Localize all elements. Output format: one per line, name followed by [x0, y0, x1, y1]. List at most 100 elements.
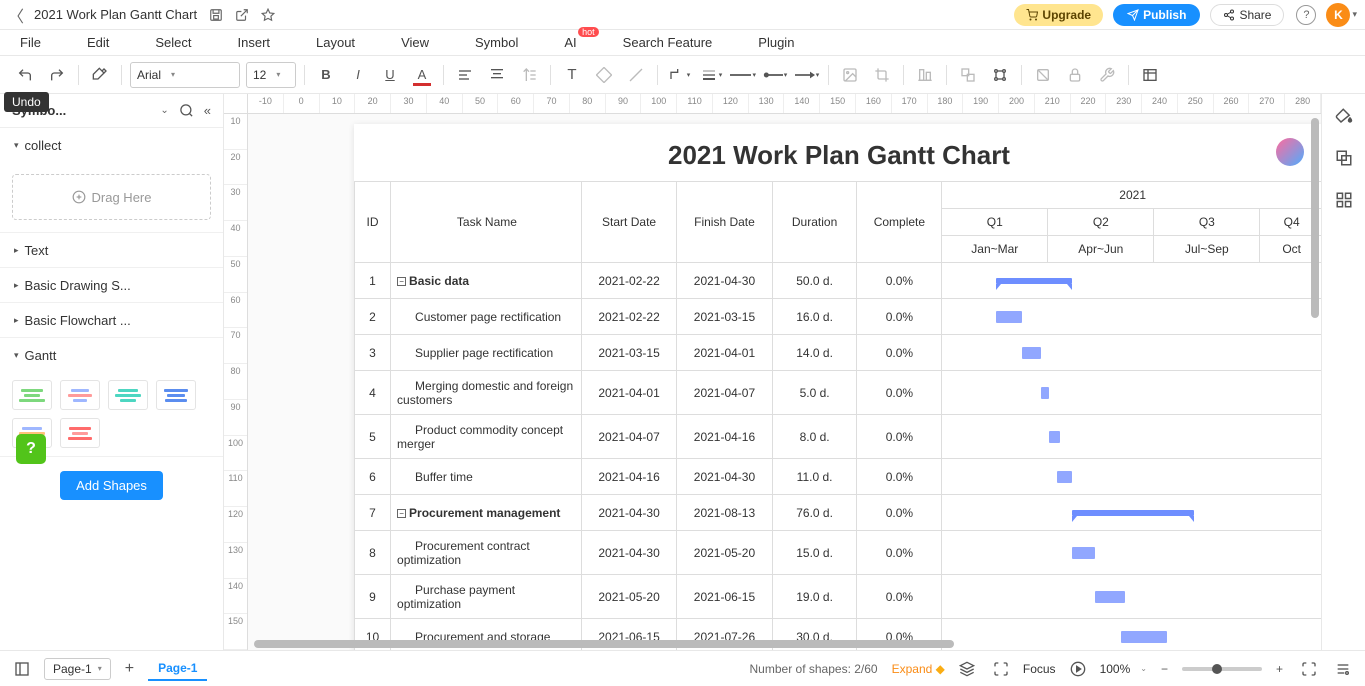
table-row[interactable]: 3Supplier page rectification2021-03-1520…	[355, 335, 1322, 371]
align-objects-button[interactable]	[912, 62, 938, 88]
star-icon[interactable]	[261, 8, 275, 22]
menu-symbol[interactable]: Symbol	[475, 35, 518, 50]
layers-bottom-icon[interactable]	[955, 661, 979, 677]
sidebar-section-collect[interactable]: ▾collect	[0, 128, 223, 162]
arrow-start-button[interactable]: ▾	[762, 62, 788, 88]
zoom-in-button[interactable]: +	[1272, 662, 1287, 676]
table-row[interactable]: 7−Procurement management2021-04-302021-0…	[355, 495, 1322, 531]
bold-button[interactable]: B	[313, 62, 339, 88]
gantt-shape-thumb[interactable]	[156, 380, 196, 410]
insert-image-button[interactable]	[837, 62, 863, 88]
back-icon[interactable]: 〈	[8, 3, 26, 27]
zoom-out-button[interactable]: −	[1157, 662, 1172, 676]
table-row[interactable]: 6Buffer time2021-04-162021-04-3011.0 d.0…	[355, 459, 1322, 495]
collapse-sidebar-icon[interactable]: «	[204, 103, 211, 118]
underline-button[interactable]: U	[377, 62, 403, 88]
grid-icon[interactable]	[1330, 186, 1358, 214]
search-icon[interactable]	[179, 103, 194, 118]
menu-select[interactable]: Select	[155, 35, 191, 50]
avatar-caret-icon[interactable]: ▾	[1352, 9, 1357, 20]
line-spacing-button[interactable]	[516, 62, 542, 88]
drag-here-box[interactable]: Drag Here	[12, 174, 211, 220]
table-row[interactable]: 1−Basic data2021-02-222021-04-3050.0 d.0…	[355, 263, 1322, 299]
text-tool-button[interactable]: T	[559, 62, 585, 88]
menu-search-feature[interactable]: Search Feature	[623, 35, 713, 50]
layers-icon[interactable]	[1330, 144, 1358, 172]
sidebar-section-basic-drawing[interactable]: ▸Basic Drawing S...	[0, 268, 223, 302]
group-button[interactable]	[955, 62, 981, 88]
font-family-dropdown[interactable]: Arial▾	[130, 62, 240, 88]
lock-button[interactable]	[1062, 62, 1088, 88]
focus-icon[interactable]	[989, 661, 1013, 677]
menu-insert[interactable]: Insert	[238, 35, 271, 50]
font-size-dropdown[interactable]: 12▾	[246, 62, 296, 88]
page-canvas-content[interactable]: 2021 Work Plan Gantt Chart ID Task Name …	[354, 124, 1321, 650]
menu-ai[interactable]: AIhot	[564, 35, 576, 50]
outline-panel-icon[interactable]	[10, 661, 34, 677]
plus-icon	[72, 190, 86, 204]
zoom-value[interactable]: 100%	[1100, 662, 1131, 676]
upgrade-button[interactable]: Upgrade	[1014, 4, 1103, 26]
fill-color-button[interactable]	[591, 62, 617, 88]
ruler-vertical: 102030405060708090100110120130140150	[224, 114, 248, 650]
sidebar-title-caret-icon[interactable]: ⌄	[160, 105, 168, 116]
menu-layout[interactable]: Layout	[316, 35, 355, 50]
settings-list-icon[interactable]	[1331, 661, 1355, 677]
table-row[interactable]: 5Product commodity concept merger2021-04…	[355, 415, 1322, 459]
menu-file[interactable]: File	[20, 35, 41, 50]
sidebar-section-text[interactable]: ▸Text	[0, 233, 223, 267]
add-page-button[interactable]: +	[121, 660, 138, 678]
page-selector-dropdown[interactable]: Page-1▾	[44, 658, 111, 680]
gantt-settings-button[interactable]	[1137, 62, 1163, 88]
zoom-slider[interactable]	[1182, 667, 1262, 671]
expand-link[interactable]: Expand ◆	[892, 662, 945, 676]
font-color-button[interactable]: A	[409, 62, 435, 88]
save-icon[interactable]	[209, 8, 223, 22]
publish-button[interactable]: Publish	[1113, 4, 1200, 26]
canvas-scrollbar-horizontal[interactable]	[254, 640, 1307, 648]
menu-view[interactable]: View	[401, 35, 429, 50]
connector-button[interactable]: ▾	[666, 62, 692, 88]
table-row[interactable]: 9Purchase payment optimization2021-05-20…	[355, 575, 1322, 619]
undo-button[interactable]	[12, 62, 38, 88]
table-row[interactable]: 8Procurement contract optimization2021-0…	[355, 531, 1322, 575]
auto-layout-button[interactable]	[987, 62, 1013, 88]
line-weight-button[interactable]: ▾	[698, 62, 724, 88]
table-row[interactable]: 4Merging domestic and foreign customers2…	[355, 371, 1322, 415]
help-icon[interactable]: ?	[1296, 5, 1316, 25]
fullscreen-icon[interactable]	[1297, 661, 1321, 677]
arrow-end-button[interactable]: ▾	[794, 62, 820, 88]
canvas-scrollbar-vertical[interactable]	[1311, 118, 1319, 640]
canvas[interactable]: -100102030405060708090100110120130140150…	[224, 94, 1321, 650]
italic-button[interactable]: I	[345, 62, 371, 88]
presentation-icon[interactable]	[1066, 661, 1090, 677]
hot-badge: hot	[578, 27, 599, 37]
format-painter-button[interactable]	[87, 62, 113, 88]
menu-edit[interactable]: Edit	[87, 35, 109, 50]
menu-plugin[interactable]: Plugin	[758, 35, 794, 50]
gantt-shape-thumb[interactable]	[60, 380, 100, 410]
align-v-button[interactable]	[484, 62, 510, 88]
help-bubble-icon[interactable]: ?	[16, 434, 46, 464]
timeline-q1: Q1	[942, 209, 1048, 236]
gantt-shape-thumb[interactable]	[60, 418, 100, 448]
crop-button[interactable]	[869, 62, 895, 88]
focus-label[interactable]: Focus	[1023, 662, 1056, 676]
open-external-icon[interactable]	[235, 8, 249, 22]
page-tab[interactable]: Page-1	[148, 657, 207, 681]
sidebar-section-gantt[interactable]: ▾Gantt	[0, 338, 223, 372]
avatar[interactable]: K	[1326, 3, 1350, 27]
line-color-button[interactable]	[623, 62, 649, 88]
gantt-shape-thumb[interactable]	[12, 380, 52, 410]
add-shapes-button[interactable]: Add Shapes	[60, 471, 163, 500]
gantt-shape-thumb[interactable]	[108, 380, 148, 410]
redo-button[interactable]	[44, 62, 70, 88]
tools-button[interactable]	[1094, 62, 1120, 88]
table-row[interactable]: 2Customer page rectification2021-02-2220…	[355, 299, 1322, 335]
line-dash-button[interactable]: ▾	[730, 62, 756, 88]
lock-aspect-button[interactable]	[1030, 62, 1056, 88]
share-button[interactable]: Share	[1210, 4, 1284, 26]
sidebar-section-basic-flowchart[interactable]: ▸Basic Flowchart ...	[0, 303, 223, 337]
align-h-button[interactable]	[452, 62, 478, 88]
paint-bucket-icon[interactable]	[1330, 102, 1358, 130]
